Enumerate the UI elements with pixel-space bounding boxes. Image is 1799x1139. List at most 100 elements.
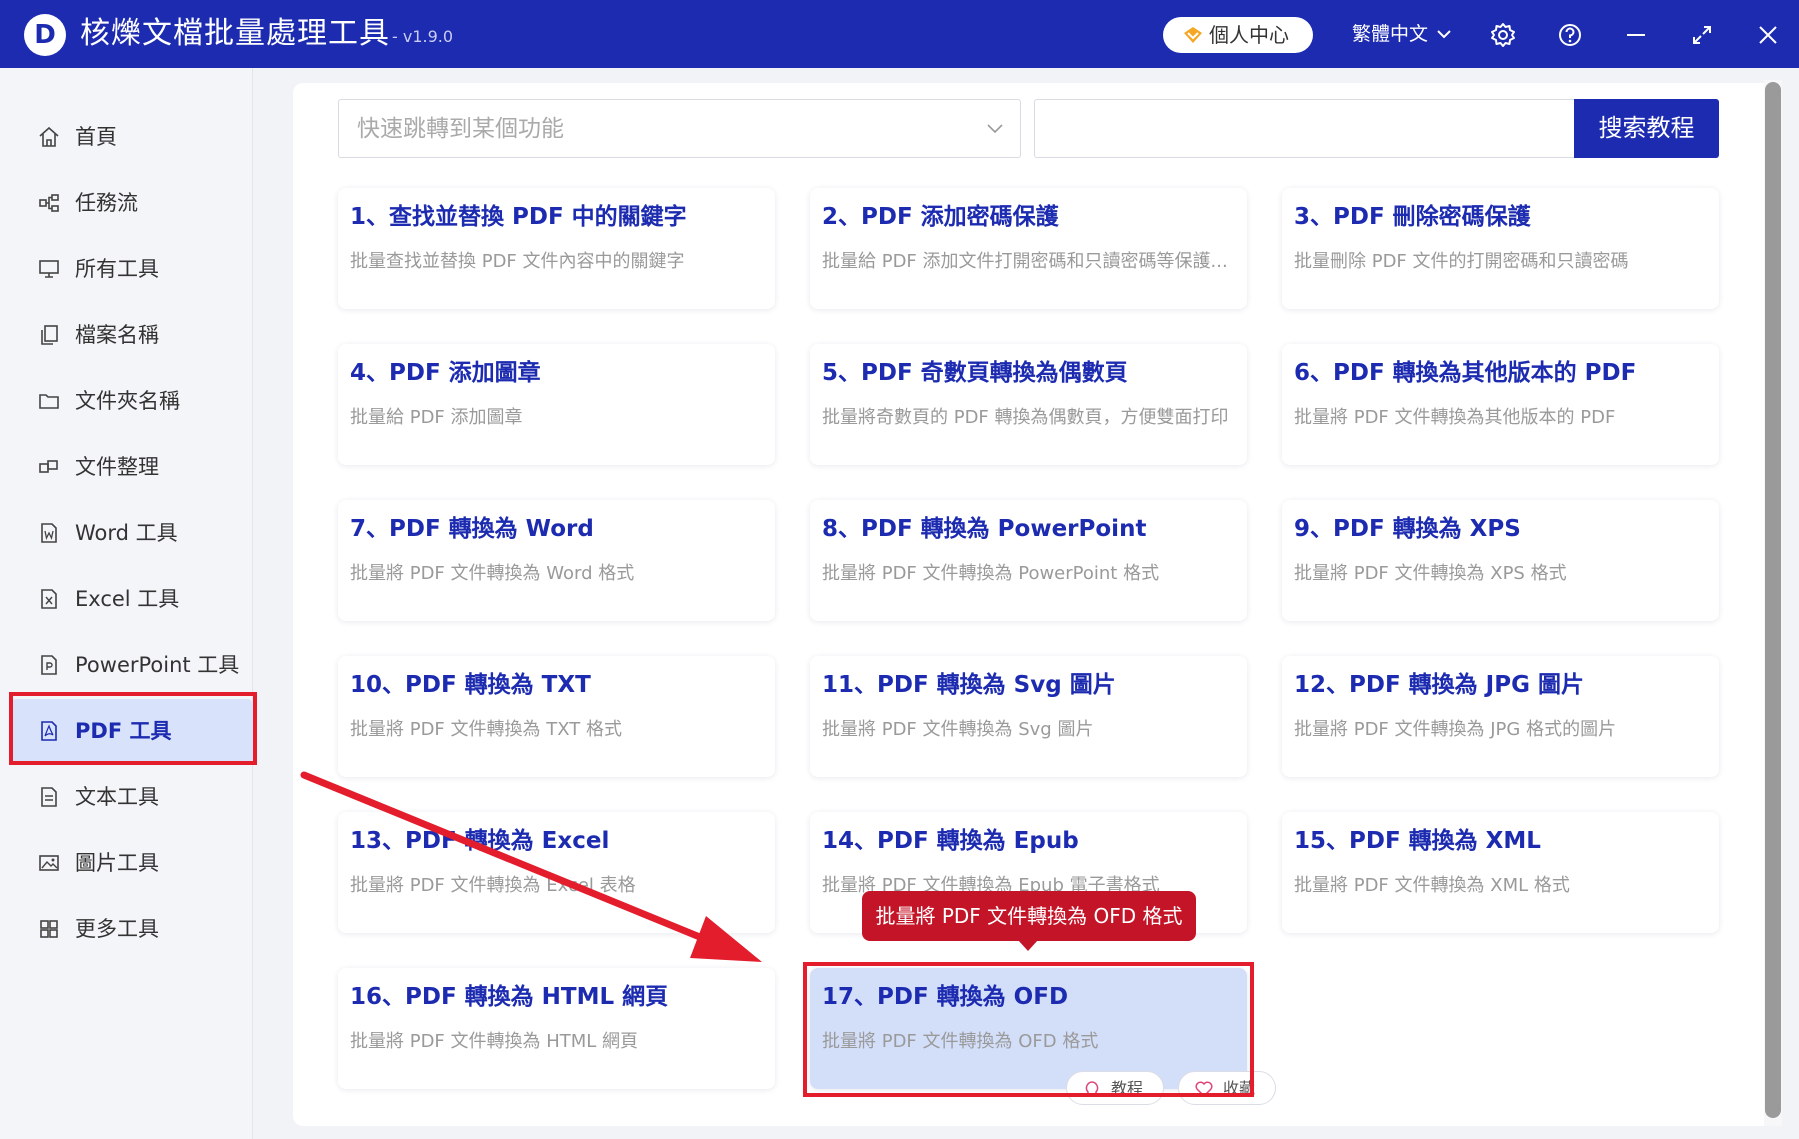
tool-card-to-word[interactable]: 7、PDF 轉換為 Word 批量將 PDF 文件轉換為 Word 格式 [338,500,775,621]
card-description: 批量將 PDF 文件轉換為 JPG 格式的圖片 [1294,719,1617,740]
logo-letter: D [34,20,56,50]
tooltip: 批量將 PDF 文件轉換為 OFD 格式 [862,891,1196,941]
card-title: 2、PDF 添加密碼保護 [822,204,1059,230]
app-logo: D [24,14,66,56]
feature-jump-select[interactable]: 快速跳轉到某個功能 [338,99,1021,158]
card-title: 5、PDF 奇數頁轉換為偶數頁 [822,360,1128,386]
tool-card-find-replace[interactable]: 1、查找並替換 PDF 中的關鍵字 批量查找並替換 PDF 文件內容中的關鍵字 [338,188,775,309]
sidebar-item-label: 任務流 [75,191,138,215]
app-title: 核爍文檔批量處理工具 [80,16,390,51]
tool-card-to-powerpoint[interactable]: 8、PDF 轉換為 PowerPoint 批量將 PDF 文件轉換為 Power… [810,500,1247,621]
sidebar-item-label: 文件夾名稱 [75,389,180,413]
tooltip-text: 批量將 PDF 文件轉換為 OFD 格式 [875,904,1183,928]
feature-jump-placeholder: 快速跳轉到某個功能 [357,116,564,142]
sidebar-item-home[interactable]: 首頁 [12,105,252,169]
card-title: 11、PDF 轉換為 Svg 圖片 [822,672,1116,698]
card-description: 批量將 PDF 文件轉換為其他版本的 PDF [1294,407,1616,428]
card-description: 批量將 PDF 文件轉換為 XPS 格式 [1294,563,1567,584]
sidebar-item-workflow[interactable]: 任務流 [12,171,252,235]
app-version: - v1.9.0 [392,27,454,46]
image-icon [39,855,59,871]
tool-card-to-html[interactable]: 16、PDF 轉換為 HTML 網頁 批量將 PDF 文件轉換為 HTML 網頁 [338,968,775,1089]
card-description: 批量查找並替換 PDF 文件內容中的關鍵字 [350,251,685,272]
sidebar-item-powerpoint-tools[interactable]: PowerPoint 工具 [12,633,252,697]
card-description: 批量將 PDF 文件轉換為 PowerPoint 格式 [822,563,1160,584]
home-icon [39,126,59,147]
help-icon[interactable] [1557,22,1583,48]
card-description: 批量將 PDF 文件轉換為 Excel 表格 [350,875,636,896]
text-doc-icon [41,787,57,807]
card-title: 12、PDF 轉換為 JPG 圖片 [1294,672,1584,698]
sidebar-item-all-tools[interactable]: 所有工具 [12,237,252,301]
ppt-doc-icon [41,655,57,675]
card-description: 批量給 PDF 添加文件打開密碼和只讀密碼等保護... [822,251,1228,272]
tool-card-to-excel[interactable]: 13、PDF 轉換為 Excel 批量將 PDF 文件轉換為 Excel 表格 [338,812,775,933]
close-icon[interactable] [1755,22,1781,48]
card-description: 批量將 PDF 文件轉換為 XML 格式 [1294,875,1570,896]
user-center-label: 個人中心 [1209,23,1289,47]
monitor-icon [39,260,59,278]
organize-icon [39,460,58,473]
tool-card-to-xps[interactable]: 9、PDF 轉換為 XPS 批量將 PDF 文件轉換為 XPS 格式 [1282,500,1719,621]
sidebar-item-label: 文本工具 [75,785,159,809]
expand-icon[interactable] [1689,22,1715,48]
card-title: 16、PDF 轉換為 HTML 網頁 [350,984,669,1010]
tool-card-remove-password[interactable]: 3、PDF 刪除密碼保護 批量刪除 PDF 文件的打開密碼和只讀密碼 [1282,188,1719,309]
search-tutorial-button[interactable]: 搜索教程 [1574,99,1719,158]
card-title: 1、查找並替換 PDF 中的關鍵字 [350,204,687,230]
tool-card-add-password[interactable]: 2、PDF 添加密碼保護 批量給 PDF 添加文件打開密碼和只讀密碼等保護... [810,188,1247,309]
sidebar-item-label: 檔案名稱 [75,323,159,347]
minimize-icon[interactable] [1623,22,1649,48]
card-title: 3、PDF 刪除密碼保護 [1294,204,1531,230]
sidebar-item-file-name[interactable]: 檔案名稱 [12,303,252,367]
tool-card-to-xml[interactable]: 15、PDF 轉換為 XML 批量將 PDF 文件轉換為 XML 格式 [1282,812,1719,933]
tool-card-to-jpg[interactable]: 12、PDF 轉換為 JPG 圖片 批量將 PDF 文件轉換為 JPG 格式的圖… [1282,656,1719,777]
card-title: 13、PDF 轉換為 Excel [350,828,610,854]
card-description: 批量將奇數頁的 PDF 轉換為偶數頁，方便雙面打印 [822,407,1229,428]
card-title: 7、PDF 轉換為 Word [350,516,594,542]
tool-card-add-stamp[interactable]: 4、PDF 添加圖章 批量給 PDF 添加圖章 [338,344,775,465]
card-title: 9、PDF 轉換為 XPS [1294,516,1521,542]
sidebar-item-label: 所有工具 [75,257,159,281]
card-title: 8、PDF 轉換為 PowerPoint [822,516,1147,542]
card-description: 批量將 PDF 文件轉換為 TXT 格式 [350,719,622,740]
scrollbar-thumb[interactable] [1765,82,1781,1118]
user-center-button[interactable]: 個人中心 [1163,17,1313,53]
card-title: 4、PDF 添加圖章 [350,360,541,386]
sidebar-item-word-tools[interactable]: Word 工具 [12,501,252,565]
tool-card-odd-to-even[interactable]: 5、PDF 奇數頁轉換為偶數頁 批量將奇數頁的 PDF 轉換為偶數頁，方便雙面打… [810,344,1247,465]
card-title: 14、PDF 轉換為 Epub [822,828,1079,854]
tooltip-pointer [1018,940,1038,951]
card-title: 15、PDF 轉換為 XML [1294,828,1541,854]
crown-icon [1184,27,1202,43]
sidebar: 首頁 任務流 所有工具 檔案名稱 文件夾名稱 文件整理 Word 工具 Exce… [0,68,253,1139]
sidebar-item-folder-name[interactable]: 文件夾名稱 [12,369,252,433]
annotation-frame-pdf-tools [9,692,257,765]
card-title: 6、PDF 轉換為其他版本的 PDF [1294,360,1637,386]
card-description: 批量將 PDF 文件轉換為 HTML 網頁 [350,1031,639,1052]
sidebar-item-label: Word 工具 [75,521,178,545]
sidebar-item-more-tools[interactable]: 更多工具 [12,897,252,961]
tutorial-search-input[interactable] [1034,99,1574,158]
word-doc-icon [41,523,57,543]
sidebar-item-label: 文件整理 [75,455,159,479]
sidebar-item-label: PowerPoint 工具 [75,653,240,677]
gear-icon[interactable] [1490,22,1516,48]
tool-card-to-txt[interactable]: 10、PDF 轉換為 TXT 批量將 PDF 文件轉換為 TXT 格式 [338,656,775,777]
card-description: 批量給 PDF 添加圖章 [350,407,523,428]
sidebar-item-image-tools[interactable]: 圖片工具 [12,831,252,895]
sidebar-item-label: 圖片工具 [75,851,159,875]
language-selector[interactable]: 繁體中文 [1352,22,1428,46]
tool-card-pdf-version[interactable]: 6、PDF 轉換為其他版本的 PDF 批量將 PDF 文件轉換為其他版本的 PD… [1282,344,1719,465]
annotation-frame-ofd-card [803,962,1254,1097]
sidebar-item-excel-tools[interactable]: Excel 工具 [12,567,252,631]
sidebar-item-label: 更多工具 [75,917,159,941]
chevron-down-icon[interactable] [1436,27,1452,41]
sidebar-item-file-organize[interactable]: 文件整理 [12,435,252,499]
tool-card-to-svg[interactable]: 11、PDF 轉換為 Svg 圖片 批量將 PDF 文件轉換為 Svg 圖片 [810,656,1247,777]
workflow-icon [39,194,59,212]
chevron-down-icon [987,124,1003,134]
sidebar-item-text-tools[interactable]: 文本工具 [12,765,252,829]
grid-icon [40,920,58,938]
card-description: 批量將 PDF 文件轉換為 Word 格式 [350,563,635,584]
